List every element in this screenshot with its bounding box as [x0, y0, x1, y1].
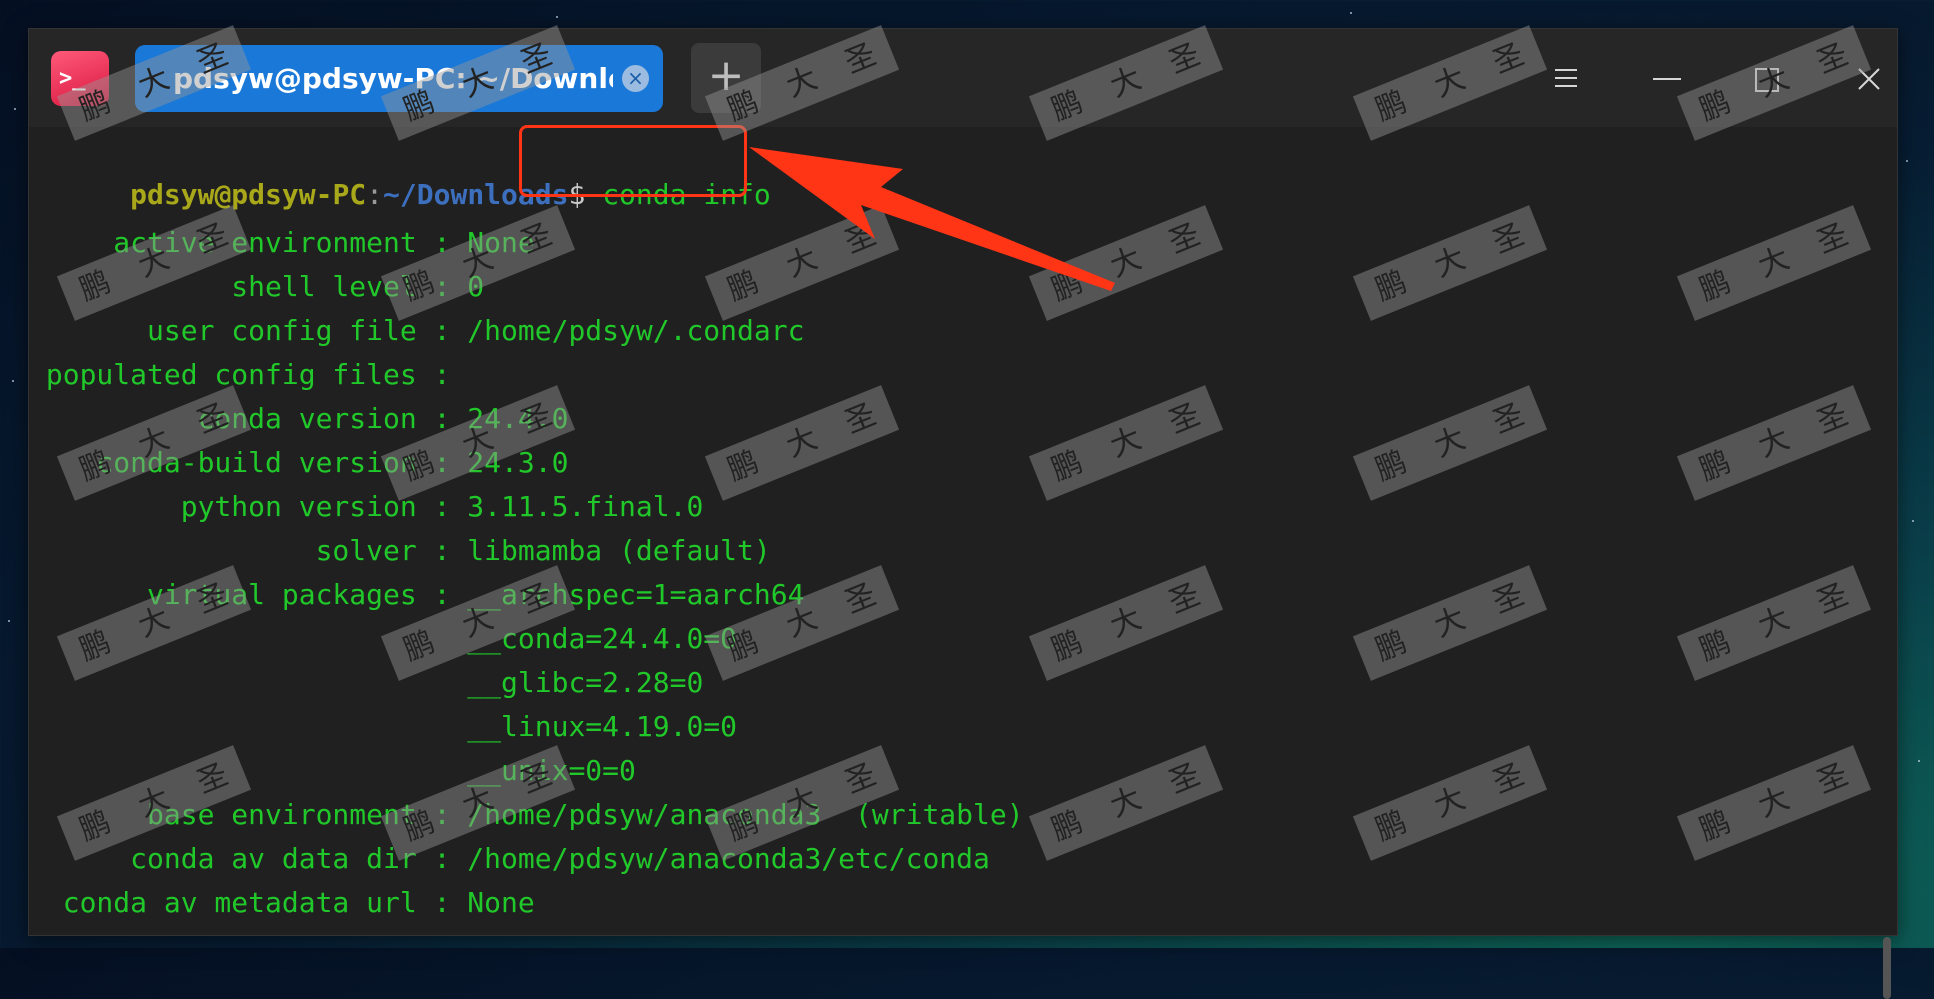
- output-line: __linux=4.19.0=0: [29, 710, 738, 743]
- output-line: conda av data dir : /home/pdsyw/anaconda…: [29, 842, 990, 875]
- output-line: virtual packages : __archspec=1=aarch64: [29, 578, 805, 611]
- command-highlight-box: [519, 125, 747, 197]
- tab-title: pdsyw@pdsyw-PC: ~/Downloads: [173, 62, 613, 95]
- star: [1350, 12, 1352, 14]
- prompt-colon: :: [366, 178, 384, 211]
- menu-button[interactable]: [1545, 59, 1585, 99]
- star: [1906, 160, 1908, 162]
- star: [1912, 520, 1914, 522]
- output-line: __conda=24.4.0=0: [29, 622, 738, 655]
- scrollbar[interactable]: [1883, 937, 1891, 999]
- star: [8, 620, 10, 622]
- minimize-icon: [1653, 78, 1681, 80]
- prompt-user-host: pdsyw@pdsyw-PC: [130, 178, 367, 211]
- maximize-icon: [1755, 68, 1779, 92]
- close-icon: [1858, 68, 1880, 90]
- star: [556, 16, 558, 18]
- tab-downloads[interactable]: pdsyw@pdsyw-PC: ~/Downloads ×: [135, 45, 663, 112]
- terminal-content[interactable]: pdsyw@pdsyw-PC:~/Downloads$ conda info a…: [29, 125, 1897, 999]
- output-line: conda-build version : 24.3.0: [29, 446, 569, 479]
- minimize-button[interactable]: [1645, 59, 1685, 99]
- close-window-button[interactable]: [1849, 59, 1889, 99]
- menu-icon: [1555, 69, 1577, 93]
- output-line: shell level : 0: [29, 270, 485, 303]
- close-tab-icon[interactable]: ×: [622, 65, 649, 92]
- star: [12, 380, 14, 382]
- output-line: active environment : None: [29, 226, 535, 259]
- terminal-window: >_ pdsyw@pdsyw-PC: ~/Downloads × + pdsyw…: [28, 25, 1898, 999]
- maximize-button[interactable]: [1745, 59, 1785, 99]
- output-line: python version : 3.11.5.final.0: [29, 490, 704, 523]
- terminal-app-icon[interactable]: >_: [51, 51, 109, 106]
- output-line: populated config files :: [29, 358, 468, 391]
- title-bar: >_ pdsyw@pdsyw-PC: ~/Downloads × +: [29, 29, 1897, 127]
- new-tab-button[interactable]: +: [691, 43, 761, 113]
- output-line: base environment : /home/pdsyw/anaconda3…: [29, 798, 1024, 831]
- output-line: conda av metadata url : None: [29, 886, 535, 919]
- output-line: conda version : 24.4.0: [29, 402, 569, 435]
- output-line: __unix=0=0: [29, 754, 636, 787]
- output-line: __glibc=2.28=0: [29, 666, 704, 699]
- prompt-line: pdsyw@pdsyw-PC:~/Downloads$ conda info: [29, 125, 771, 211]
- output-line: user config file : /home/pdsyw/.condarc: [29, 314, 805, 347]
- star: [14, 108, 16, 110]
- output-line: solver : libmamba (default): [29, 534, 771, 567]
- star: [1918, 760, 1920, 762]
